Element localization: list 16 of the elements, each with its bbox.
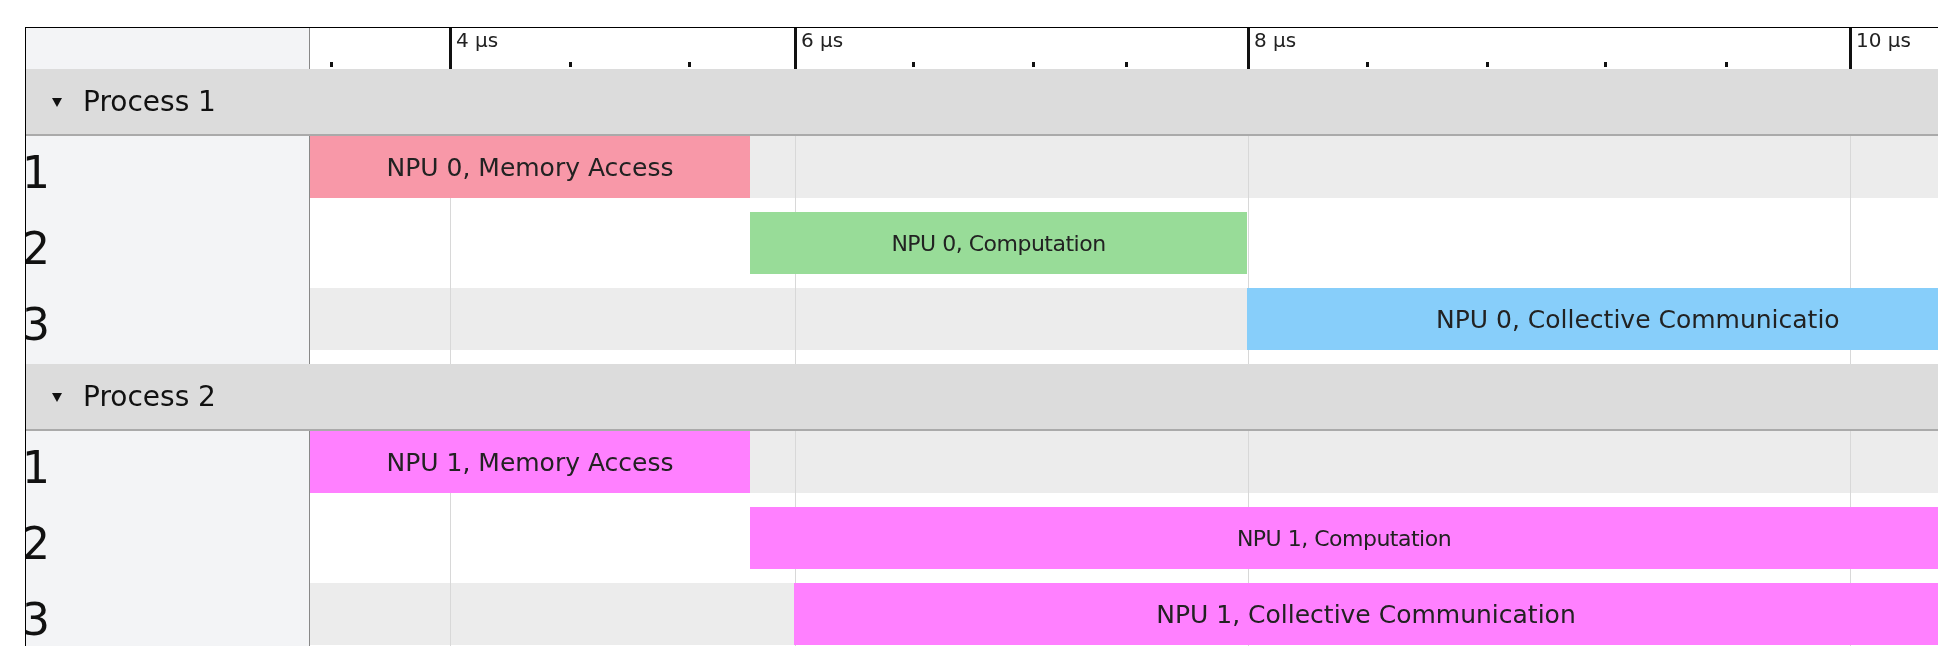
event-bar[interactable]: NPU 1, Memory Access — [310, 431, 750, 493]
thread-label: 1 — [26, 150, 50, 196]
expand-triangle-icon[interactable] — [51, 390, 63, 403]
event-bar[interactable]: NPU 1, Collective Communication — [794, 583, 1938, 645]
tick-label: 4 µs — [456, 28, 499, 52]
event-bar[interactable]: NPU 1, Computation — [750, 507, 1938, 569]
process-name: Process 2 — [83, 380, 216, 413]
event-bar[interactable]: NPU 0, Memory Access — [310, 136, 750, 198]
tick-label: 10 µs — [1856, 28, 1911, 52]
tick-label: 6 µs — [801, 28, 844, 52]
event-bar[interactable]: NPU 0, Computation — [750, 212, 1247, 274]
tick-label: 8 µs — [1254, 28, 1297, 52]
process-name: Process 1 — [83, 85, 216, 118]
event-bar[interactable]: NPU 0, Collective Communicatio — [1247, 288, 1938, 350]
thread-label: 1 — [26, 445, 50, 491]
expand-triangle-icon[interactable] — [51, 95, 63, 108]
